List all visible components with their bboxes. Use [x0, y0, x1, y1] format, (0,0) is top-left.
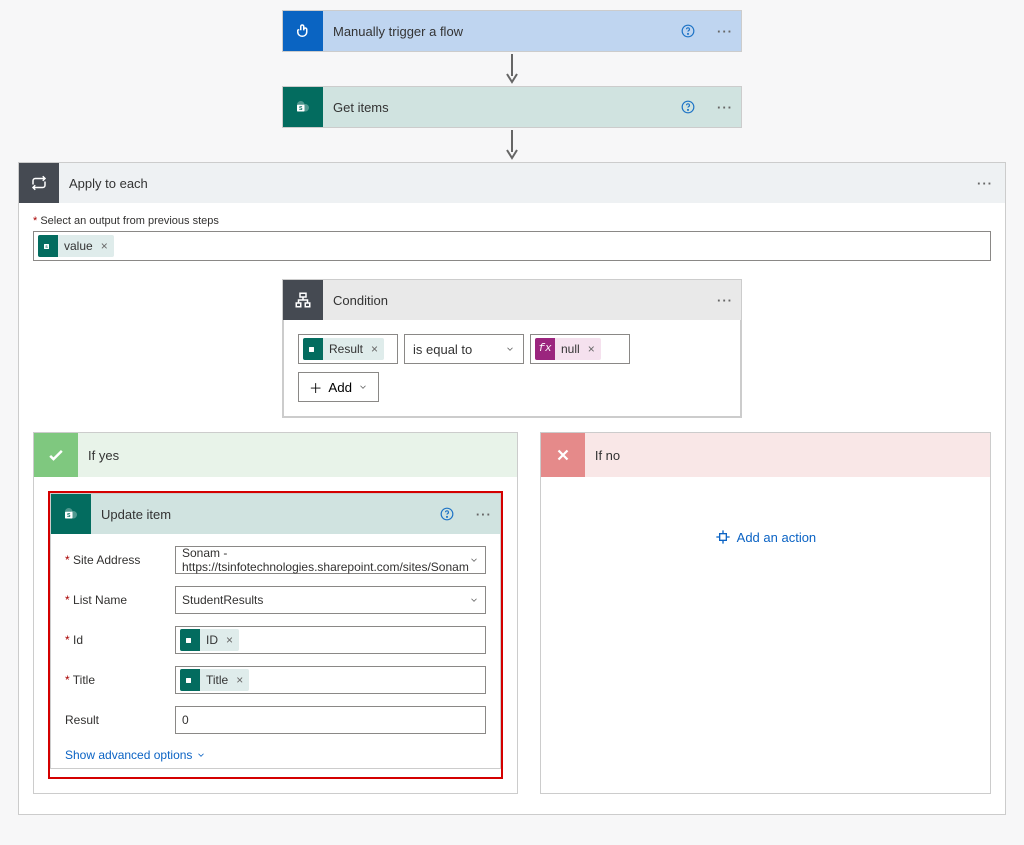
if-no-header: If no: [541, 433, 990, 477]
more-icon[interactable]: ···: [468, 507, 500, 522]
site-address-label: Site Address: [65, 553, 165, 567]
trigger-card: Manually trigger a flow ···: [282, 10, 742, 52]
check-icon: [34, 433, 78, 477]
help-icon[interactable]: [681, 100, 709, 114]
condition-card: Condition ··· Result ×: [282, 279, 742, 418]
update-item-header[interactable]: S Update item ···: [51, 494, 500, 534]
token-label: value: [58, 239, 99, 253]
title-input[interactable]: Title ×: [175, 666, 486, 694]
fx-icon: fx: [535, 338, 555, 360]
site-address-value: Sonam - https://tsinfotechnologies.share…: [182, 546, 469, 574]
update-item-title: Update item: [91, 507, 440, 522]
touch-icon: [283, 11, 323, 51]
more-icon[interactable]: ···: [709, 100, 741, 115]
value-token[interactable]: S value ×: [38, 235, 114, 257]
condition-left-input[interactable]: Result ×: [298, 334, 398, 364]
output-label: Select an output from previous steps: [33, 215, 991, 227]
condition-operator-select[interactable]: is equal to: [404, 334, 524, 364]
condition-body: Result × is equal to: [283, 320, 741, 417]
result-token[interactable]: Result ×: [303, 338, 384, 360]
site-address-select[interactable]: Sonam - https://tsinfotechnologies.share…: [175, 546, 486, 574]
title-label: Title: [65, 673, 165, 687]
remove-token-icon[interactable]: ×: [369, 342, 384, 356]
insert-icon: [715, 529, 731, 545]
result-value: 0: [182, 713, 189, 727]
highlighted-action: S Update item ···: [48, 491, 503, 779]
id-input[interactable]: ID ×: [175, 626, 486, 654]
condition-right-input[interactable]: fx null ×: [530, 334, 630, 364]
add-label: Add: [328, 380, 352, 395]
connector-arrow: [504, 52, 520, 86]
help-icon[interactable]: [440, 507, 468, 521]
apply-to-each-header[interactable]: Apply to each ···: [19, 163, 1005, 203]
trigger-title: Manually trigger a flow: [323, 24, 681, 39]
token-label: Result: [323, 342, 369, 356]
add-action-button[interactable]: Add an action: [541, 477, 990, 597]
sharepoint-icon: S: [51, 494, 91, 534]
help-icon[interactable]: [681, 24, 709, 38]
sharepoint-icon: [180, 669, 200, 691]
if-yes-branch: If yes S Update item: [33, 432, 518, 794]
list-name-select[interactable]: StudentResults: [175, 586, 486, 614]
svg-text:S: S: [299, 106, 303, 112]
show-advanced-link[interactable]: Show advanced options: [51, 740, 500, 762]
remove-token-icon[interactable]: ×: [234, 673, 249, 687]
remove-token-icon[interactable]: ×: [586, 342, 601, 356]
more-icon[interactable]: ···: [709, 293, 741, 308]
output-input[interactable]: S value ×: [33, 231, 991, 261]
sharepoint-icon: S: [283, 87, 323, 127]
condition-icon: [283, 280, 323, 320]
null-token[interactable]: fx null ×: [535, 338, 601, 360]
getitems-card: S Get items ···: [282, 86, 742, 128]
trigger-header[interactable]: Manually trigger a flow ···: [283, 11, 741, 51]
if-no-title: If no: [585, 448, 620, 463]
token-label: null: [555, 342, 586, 356]
add-action-label: Add an action: [737, 530, 817, 545]
remove-token-icon[interactable]: ×: [99, 239, 114, 253]
loop-icon: [19, 163, 59, 203]
getitems-header[interactable]: S Get items ···: [283, 87, 741, 127]
token-label: ID: [200, 633, 224, 647]
condition-header[interactable]: Condition ···: [283, 280, 741, 320]
list-name-label: List Name: [65, 593, 165, 607]
sharepoint-icon: S: [38, 235, 58, 257]
token-label: Title: [200, 673, 234, 687]
add-condition-button[interactable]: ＋ Add: [298, 372, 379, 402]
if-yes-title: If yes: [78, 448, 119, 463]
remove-token-icon[interactable]: ×: [224, 633, 239, 647]
plus-icon: ＋: [309, 378, 322, 397]
if-no-branch: If no Add an action: [540, 432, 991, 794]
apply-to-each-title: Apply to each: [59, 176, 965, 191]
list-name-value: StudentResults: [182, 593, 263, 607]
operator-label: is equal to: [413, 342, 472, 357]
more-icon[interactable]: ···: [965, 176, 1005, 191]
chevron-down-icon: [505, 344, 515, 354]
chevron-down-icon: [358, 382, 368, 392]
close-icon: [541, 433, 585, 477]
condition-title: Condition: [323, 293, 709, 308]
sharepoint-icon: [303, 338, 323, 360]
result-label: Result: [65, 713, 165, 727]
more-icon[interactable]: ···: [709, 24, 741, 39]
id-label: Id: [65, 633, 165, 647]
connector-arrow: [504, 128, 520, 162]
if-yes-header: If yes: [34, 433, 517, 477]
chevron-down-icon: [196, 750, 206, 760]
title-token[interactable]: Title ×: [180, 669, 249, 691]
getitems-title: Get items: [323, 100, 681, 115]
chevron-down-icon: [469, 555, 479, 565]
update-item-card: S Update item ···: [50, 493, 501, 769]
svg-text:S: S: [67, 513, 71, 519]
apply-to-each-card: Apply to each ··· Select an output from …: [18, 162, 1006, 815]
chevron-down-icon: [469, 595, 479, 605]
result-input[interactable]: 0: [175, 706, 486, 734]
